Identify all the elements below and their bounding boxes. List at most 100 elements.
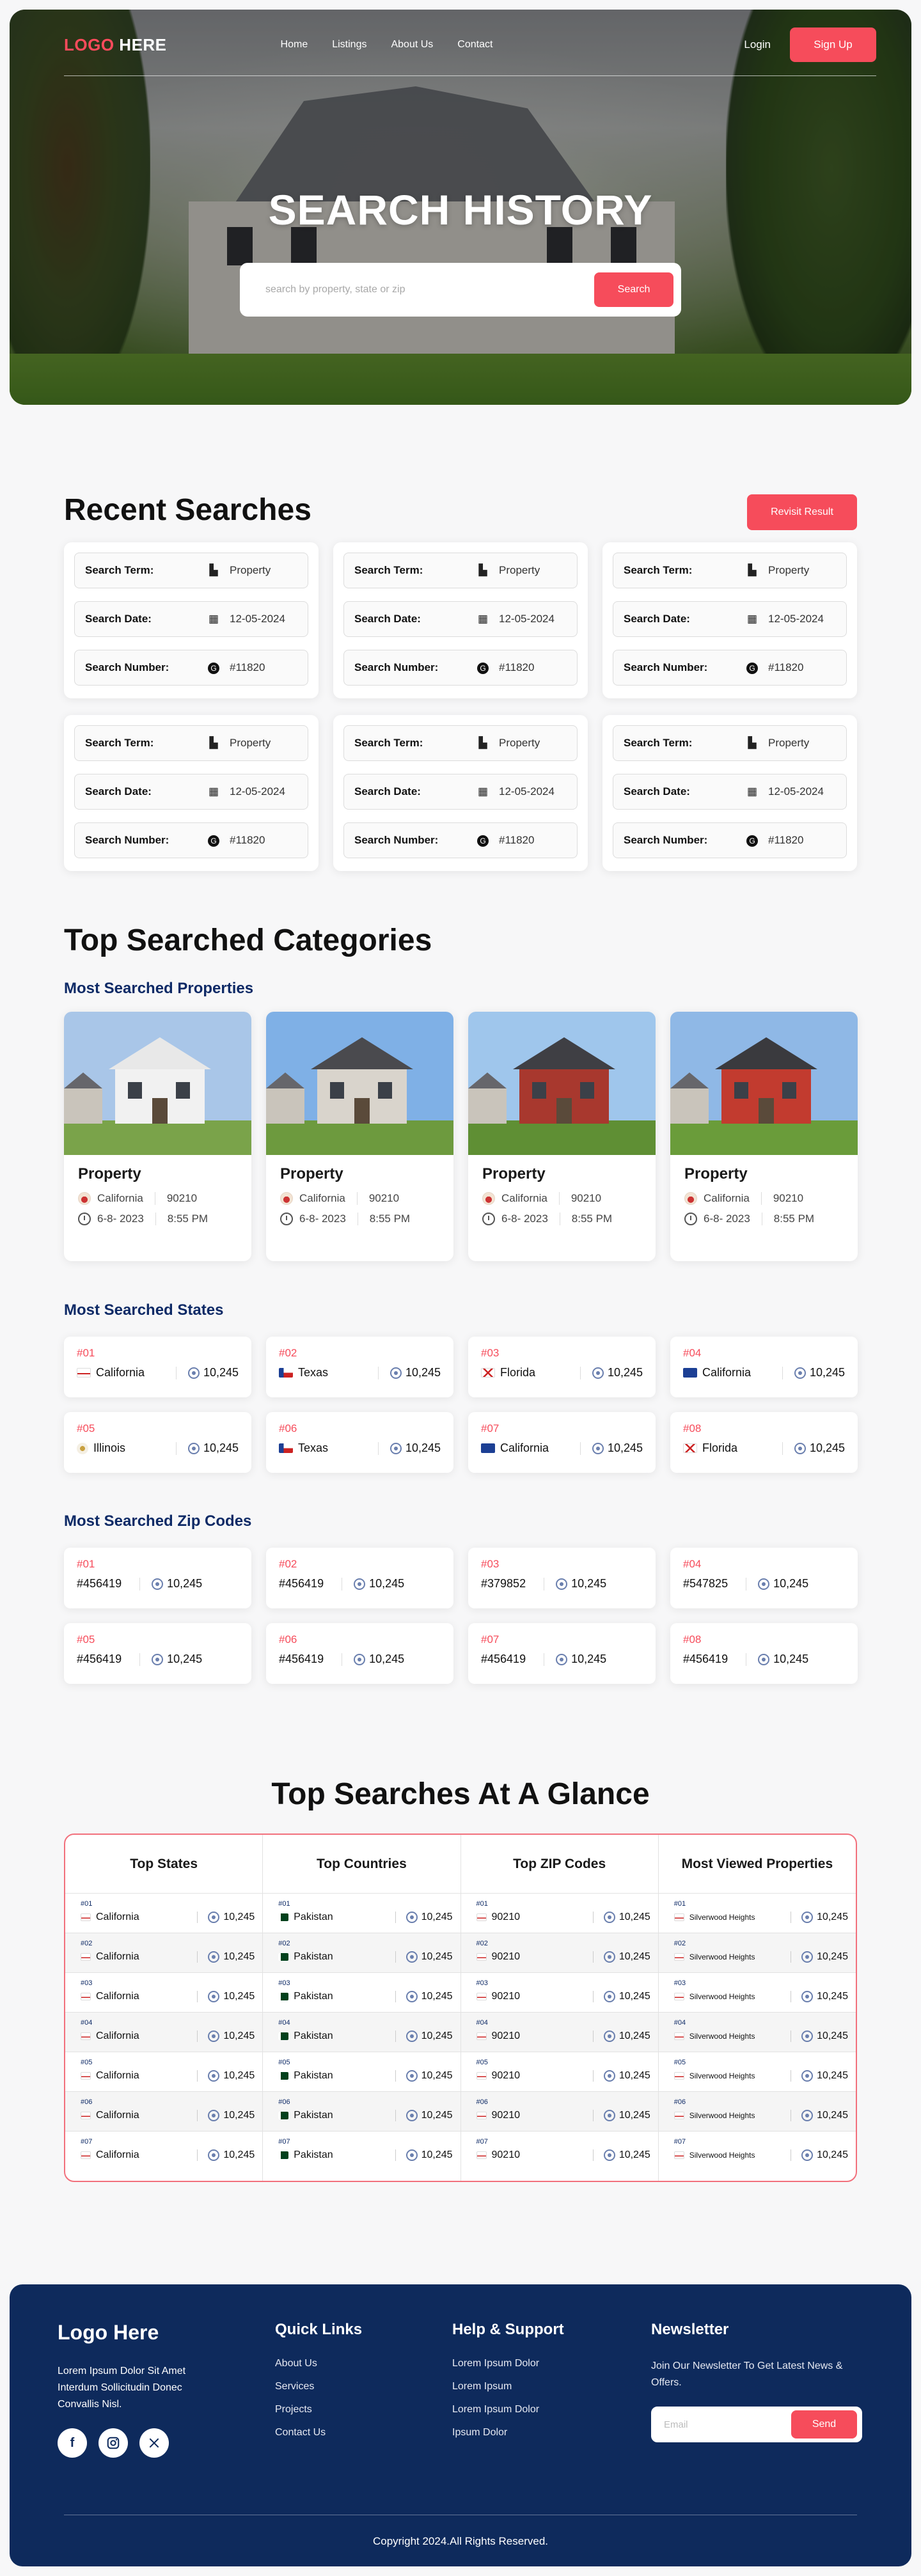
- categories-title: Top Searched Categories: [64, 923, 432, 957]
- instagram-icon[interactable]: [98, 2428, 128, 2458]
- nav-link-about[interactable]: About Us: [391, 39, 433, 51]
- search-button[interactable]: Search: [594, 272, 673, 307]
- zip-card[interactable]: #08 #456419 10,245: [670, 1623, 858, 1684]
- glance-row[interactable]: #05 Silverwood Heights 10,245: [658, 2052, 856, 2092]
- glance-row[interactable]: #03 California 10,245: [65, 1973, 263, 2013]
- revisit-result-button[interactable]: Revisit Result: [747, 494, 857, 530]
- state-card[interactable]: #01 California 10,245: [64, 1337, 251, 1397]
- state-card[interactable]: #02 Texas 10,245: [266, 1337, 453, 1397]
- recent-search-card[interactable]: Search Term: ▙ Property Search Date: ▦ 12-05-…: [333, 715, 588, 871]
- zip-card[interactable]: #04 #547825 10,245: [670, 1548, 858, 1608]
- footer-link-contact[interactable]: Contact Us: [275, 2427, 362, 2439]
- search-input[interactable]: [265, 284, 594, 295]
- glance-rank: #07: [278, 2138, 290, 2146]
- property-card[interactable]: Property California 90210 6-8- 2023 8:55 PM: [64, 1012, 251, 1261]
- recent-search-card[interactable]: Search Term: ▙ Property Search Date: ▦ 12-05-…: [602, 715, 857, 871]
- email-field[interactable]: [664, 2419, 791, 2430]
- divider: [395, 2110, 396, 2121]
- zip-rank: #02: [279, 1558, 297, 1570]
- recent-search-card[interactable]: Search Term: ▙ Property Search Date: ▦ 12-05-…: [64, 715, 319, 871]
- state-flag-icon: [481, 1368, 495, 1378]
- zip-line: #379852 10,245: [481, 1577, 643, 1590]
- search-date-label: Search Date:: [354, 613, 421, 625]
- footer-link-services[interactable]: Services: [275, 2381, 362, 2392]
- footer-logo[interactable]: Logo Here: [58, 2321, 159, 2344]
- glance-title: Top Searches At A Glance: [271, 1777, 650, 1811]
- property-card[interactable]: Property California 90210 6-8- 2023 8:55 PM: [468, 1012, 656, 1261]
- glance-row[interactable]: #07 Pakistan 10,245: [263, 2132, 460, 2171]
- zip-card[interactable]: #05 #456419 10,245: [64, 1623, 251, 1684]
- state-card[interactable]: #08 Florida 10,245: [670, 1412, 858, 1473]
- search-date-row: Search Date: ▦ 12-05-2024: [613, 774, 847, 810]
- state-card[interactable]: #04 California 10,245: [670, 1337, 858, 1397]
- help-link[interactable]: Lorem Ipsum: [452, 2381, 564, 2392]
- recent-search-card[interactable]: Search Term: ▙ Property Search Date: ▦ 12-05-…: [602, 542, 857, 698]
- glance-row[interactable]: #02 Pakistan 10,245: [263, 1933, 460, 1973]
- glance-row[interactable]: #04 California 10,245: [65, 2013, 263, 2052]
- signup-button[interactable]: Sign Up: [790, 27, 876, 62]
- help-link[interactable]: Lorem Ipsum Dolor: [452, 2358, 564, 2369]
- glance-row[interactable]: #06 Pakistan 10,245: [263, 2092, 460, 2132]
- glance-row[interactable]: #06 Silverwood Heights 10,245: [658, 2092, 856, 2132]
- glance-row[interactable]: #02 California 10,245: [65, 1933, 263, 1973]
- glance-row[interactable]: #06 California 10,245: [65, 2092, 263, 2132]
- nav-link-contact[interactable]: Contact: [457, 39, 492, 51]
- glance-row[interactable]: #02 Silverwood Heights 10,245: [658, 1933, 856, 1973]
- glance-row[interactable]: #05 90210 10,245: [460, 2052, 658, 2092]
- glance-row[interactable]: #03 90210 10,245: [460, 1973, 658, 2013]
- glance-line: 90210 10,245: [476, 2070, 650, 2082]
- zip-card[interactable]: #02 #456419 10,245: [266, 1548, 453, 1608]
- site-logo[interactable]: LOGO HERE: [64, 35, 167, 55]
- zip-card[interactable]: #01 #456419 10,245: [64, 1548, 251, 1608]
- recent-search-card[interactable]: Search Term: ▙ Property Search Date: ▦ 12-05-…: [333, 542, 588, 698]
- nav-link-home[interactable]: Home: [281, 39, 308, 51]
- glance-row[interactable]: #04 Silverwood Heights 10,245: [658, 2013, 856, 2052]
- logo-text: HERE: [114, 35, 167, 54]
- zip-card[interactable]: #06 #456419 10,245: [266, 1623, 453, 1684]
- glance-row[interactable]: #04 Pakistan 10,245: [263, 2013, 460, 2052]
- state-card[interactable]: #06 Texas 10,245: [266, 1412, 453, 1473]
- glance-row[interactable]: #07 California 10,245: [65, 2132, 262, 2171]
- glance-row[interactable]: #03 Pakistan 10,245: [263, 1973, 460, 2013]
- state-card[interactable]: #07 California 10,245: [468, 1412, 656, 1473]
- x-icon[interactable]: [139, 2428, 169, 2458]
- property-card[interactable]: Property California 90210 6-8- 2023 8:55 PM: [670, 1012, 858, 1261]
- nav-link-listings[interactable]: Listings: [332, 39, 366, 51]
- glance-row[interactable]: #06 90210 10,245: [460, 2092, 658, 2132]
- glance-row[interactable]: #01 Pakistan 10,245: [263, 1894, 460, 1933]
- glance-row[interactable]: #01 Silverwood Heights 10,245: [658, 1894, 856, 1933]
- help-link[interactable]: Lorem Ipsum Dolor: [452, 2404, 564, 2415]
- send-button[interactable]: Send: [791, 2410, 857, 2439]
- glance-line: California 10,245: [81, 2030, 255, 2042]
- glance-row[interactable]: #05 California 10,245: [65, 2052, 263, 2092]
- footer-link-projects[interactable]: Projects: [275, 2404, 362, 2415]
- state-card[interactable]: #05 Illinois 10,245: [64, 1412, 251, 1473]
- zip-rank: #01: [77, 1558, 95, 1570]
- glance-row[interactable]: #03 Silverwood Heights 10,245: [658, 1973, 856, 2013]
- glance-row[interactable]: #05 Pakistan 10,245: [263, 2052, 460, 2092]
- property-image: [468, 1012, 656, 1155]
- glance-row[interactable]: #07 Silverwood Heights 10,245: [659, 2132, 856, 2171]
- glance-row[interactable]: #02 90210 10,245: [460, 1933, 658, 1973]
- zip-card[interactable]: #07 #456419 10,245: [468, 1623, 656, 1684]
- glance-rank: #02: [476, 1940, 488, 1947]
- footer-link-about[interactable]: About Us: [275, 2358, 362, 2369]
- glance-row[interactable]: #04 90210 10,245: [460, 2013, 658, 2052]
- views-icon: [405, 1912, 418, 1923]
- search-term-label: Search Term:: [85, 564, 154, 576]
- property-time-row: 6-8- 2023 8:55 PM: [482, 1213, 642, 1225]
- property-card[interactable]: Property California 90210 6-8- 2023 8:55 PM: [266, 1012, 453, 1261]
- glance-line: Pakistan 10,245: [278, 2030, 453, 2042]
- zip-card[interactable]: #03 #379852 10,245: [468, 1548, 656, 1608]
- glance-row[interactable]: #01 90210 10,245: [460, 1894, 658, 1933]
- state-card[interactable]: #03 Florida 10,245: [468, 1337, 656, 1397]
- glance-row[interactable]: #07 90210 10,245: [461, 2132, 658, 2171]
- divider: [197, 2070, 198, 2082]
- glance-name: Silverwood Heights: [689, 2111, 755, 2120]
- help-link[interactable]: Ipsum Dolor: [452, 2427, 564, 2439]
- login-link[interactable]: Login: [744, 38, 771, 51]
- recent-search-card[interactable]: Search Term: ▙ Property Search Date: ▦ 12-05-…: [64, 542, 319, 698]
- divider: [139, 1653, 141, 1666]
- facebook-icon[interactable]: f: [58, 2428, 87, 2458]
- glance-row[interactable]: #01 California 10,245: [65, 1894, 263, 1933]
